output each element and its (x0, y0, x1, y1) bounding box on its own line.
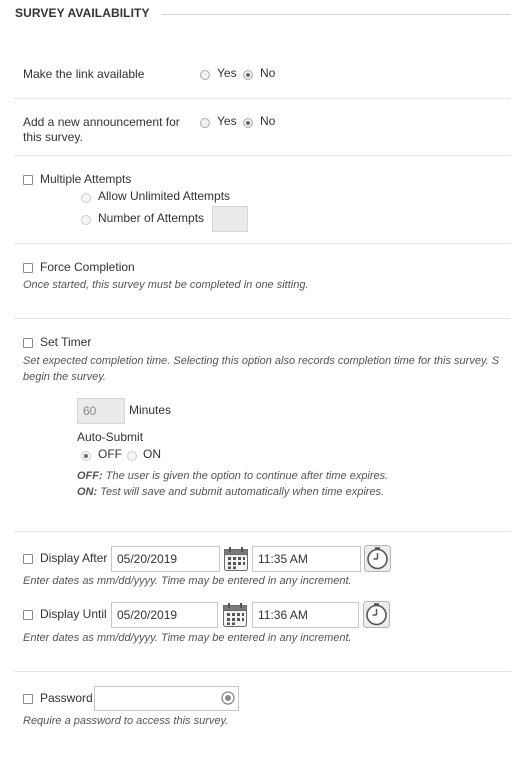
password-hint: Require a password to access this survey… (23, 715, 229, 727)
calendar-icon[interactable] (223, 546, 249, 575)
divider (14, 671, 511, 672)
make-link-yes-radio[interactable] (200, 70, 210, 80)
divider (14, 318, 511, 319)
make-link-label: Make the link available (23, 67, 145, 81)
divider (14, 155, 511, 156)
password-input[interactable] (94, 686, 239, 711)
auto-submit-on-radio[interactable] (127, 451, 137, 461)
on-desc: Test will save and submit automatically … (97, 486, 385, 498)
set-timer-checkbox[interactable] (23, 338, 33, 348)
unlimited-attempts-label: Allow Unlimited Attempts (98, 189, 231, 203)
make-link-yes-label: Yes (217, 66, 237, 80)
display-after-label: Display After (40, 551, 108, 565)
display-after-date-input[interactable]: 05/20/2019 (111, 546, 220, 572)
announcement-no-radio[interactable] (243, 118, 253, 128)
auto-submit-label: Auto-Submit (77, 430, 144, 444)
divider (14, 243, 511, 244)
auto-submit-off-description: OFF: The user is given the option to con… (77, 470, 388, 482)
password-checkbox[interactable] (23, 694, 33, 704)
clock-icon[interactable] (364, 545, 391, 575)
divider (14, 531, 511, 532)
display-until-label: Display Until (40, 607, 107, 621)
password-reveal-icon[interactable] (221, 691, 235, 708)
off-key: OFF: (77, 470, 103, 482)
off-desc: The user is given the option to continue… (102, 470, 389, 482)
calendar-icon[interactable] (222, 602, 248, 631)
auto-submit-on-description: ON: Test will save and submit automatica… (77, 486, 384, 498)
section-title: SURVEY AVAILABILITY (15, 6, 150, 20)
make-link-no-radio[interactable] (243, 70, 253, 80)
announcement-yes-radio[interactable] (200, 118, 210, 128)
force-completion-checkbox[interactable] (23, 263, 33, 273)
display-until-date-input[interactable]: 05/20/2019 (111, 602, 218, 628)
display-until-checkbox[interactable] (23, 610, 33, 620)
divider (14, 98, 511, 99)
set-timer-hint-line2: begin the survey. (23, 371, 106, 383)
unlimited-attempts-radio[interactable] (81, 193, 91, 203)
section-divider (162, 14, 511, 15)
announcement-yes-label: Yes (217, 114, 237, 128)
multiple-attempts-checkbox[interactable] (23, 175, 33, 185)
timer-minutes-label: Minutes (129, 403, 172, 417)
timer-minutes-input[interactable]: 60 (77, 398, 125, 424)
display-after-hint: Enter dates as mm/dd/yyyy. Time may be e… (23, 575, 352, 587)
announcement-label-line2: this survey. (23, 130, 83, 144)
display-until-hint: Enter dates as mm/dd/yyyy. Time may be e… (23, 632, 352, 644)
number-attempts-label: Number of Attempts (98, 211, 205, 225)
auto-submit-off-radio[interactable] (81, 451, 91, 461)
force-completion-label: Force Completion (40, 260, 135, 274)
number-attempts-radio[interactable] (81, 215, 91, 225)
display-after-time-input[interactable]: 11:35 AM (252, 546, 361, 572)
make-link-no-label: No (260, 66, 276, 80)
set-timer-hint: Set expected completion time. Selecting … (23, 355, 500, 367)
set-timer-label: Set Timer (40, 335, 92, 349)
password-label: Password (40, 691, 93, 705)
auto-submit-on-label: ON (143, 447, 161, 461)
display-until-time-input[interactable]: 11:36 AM (252, 602, 359, 628)
number-attempts-input[interactable] (212, 206, 248, 232)
clock-icon[interactable] (363, 601, 390, 631)
on-key: ON: (77, 486, 98, 498)
announcement-label: Add a new announcement for (23, 115, 180, 129)
force-completion-hint: Once started, this survey must be comple… (23, 279, 309, 291)
announcement-no-label: No (260, 114, 276, 128)
auto-submit-off-label: OFF (98, 447, 122, 461)
display-after-checkbox[interactable] (23, 554, 33, 564)
multiple-attempts-label: Multiple Attempts (40, 172, 132, 186)
